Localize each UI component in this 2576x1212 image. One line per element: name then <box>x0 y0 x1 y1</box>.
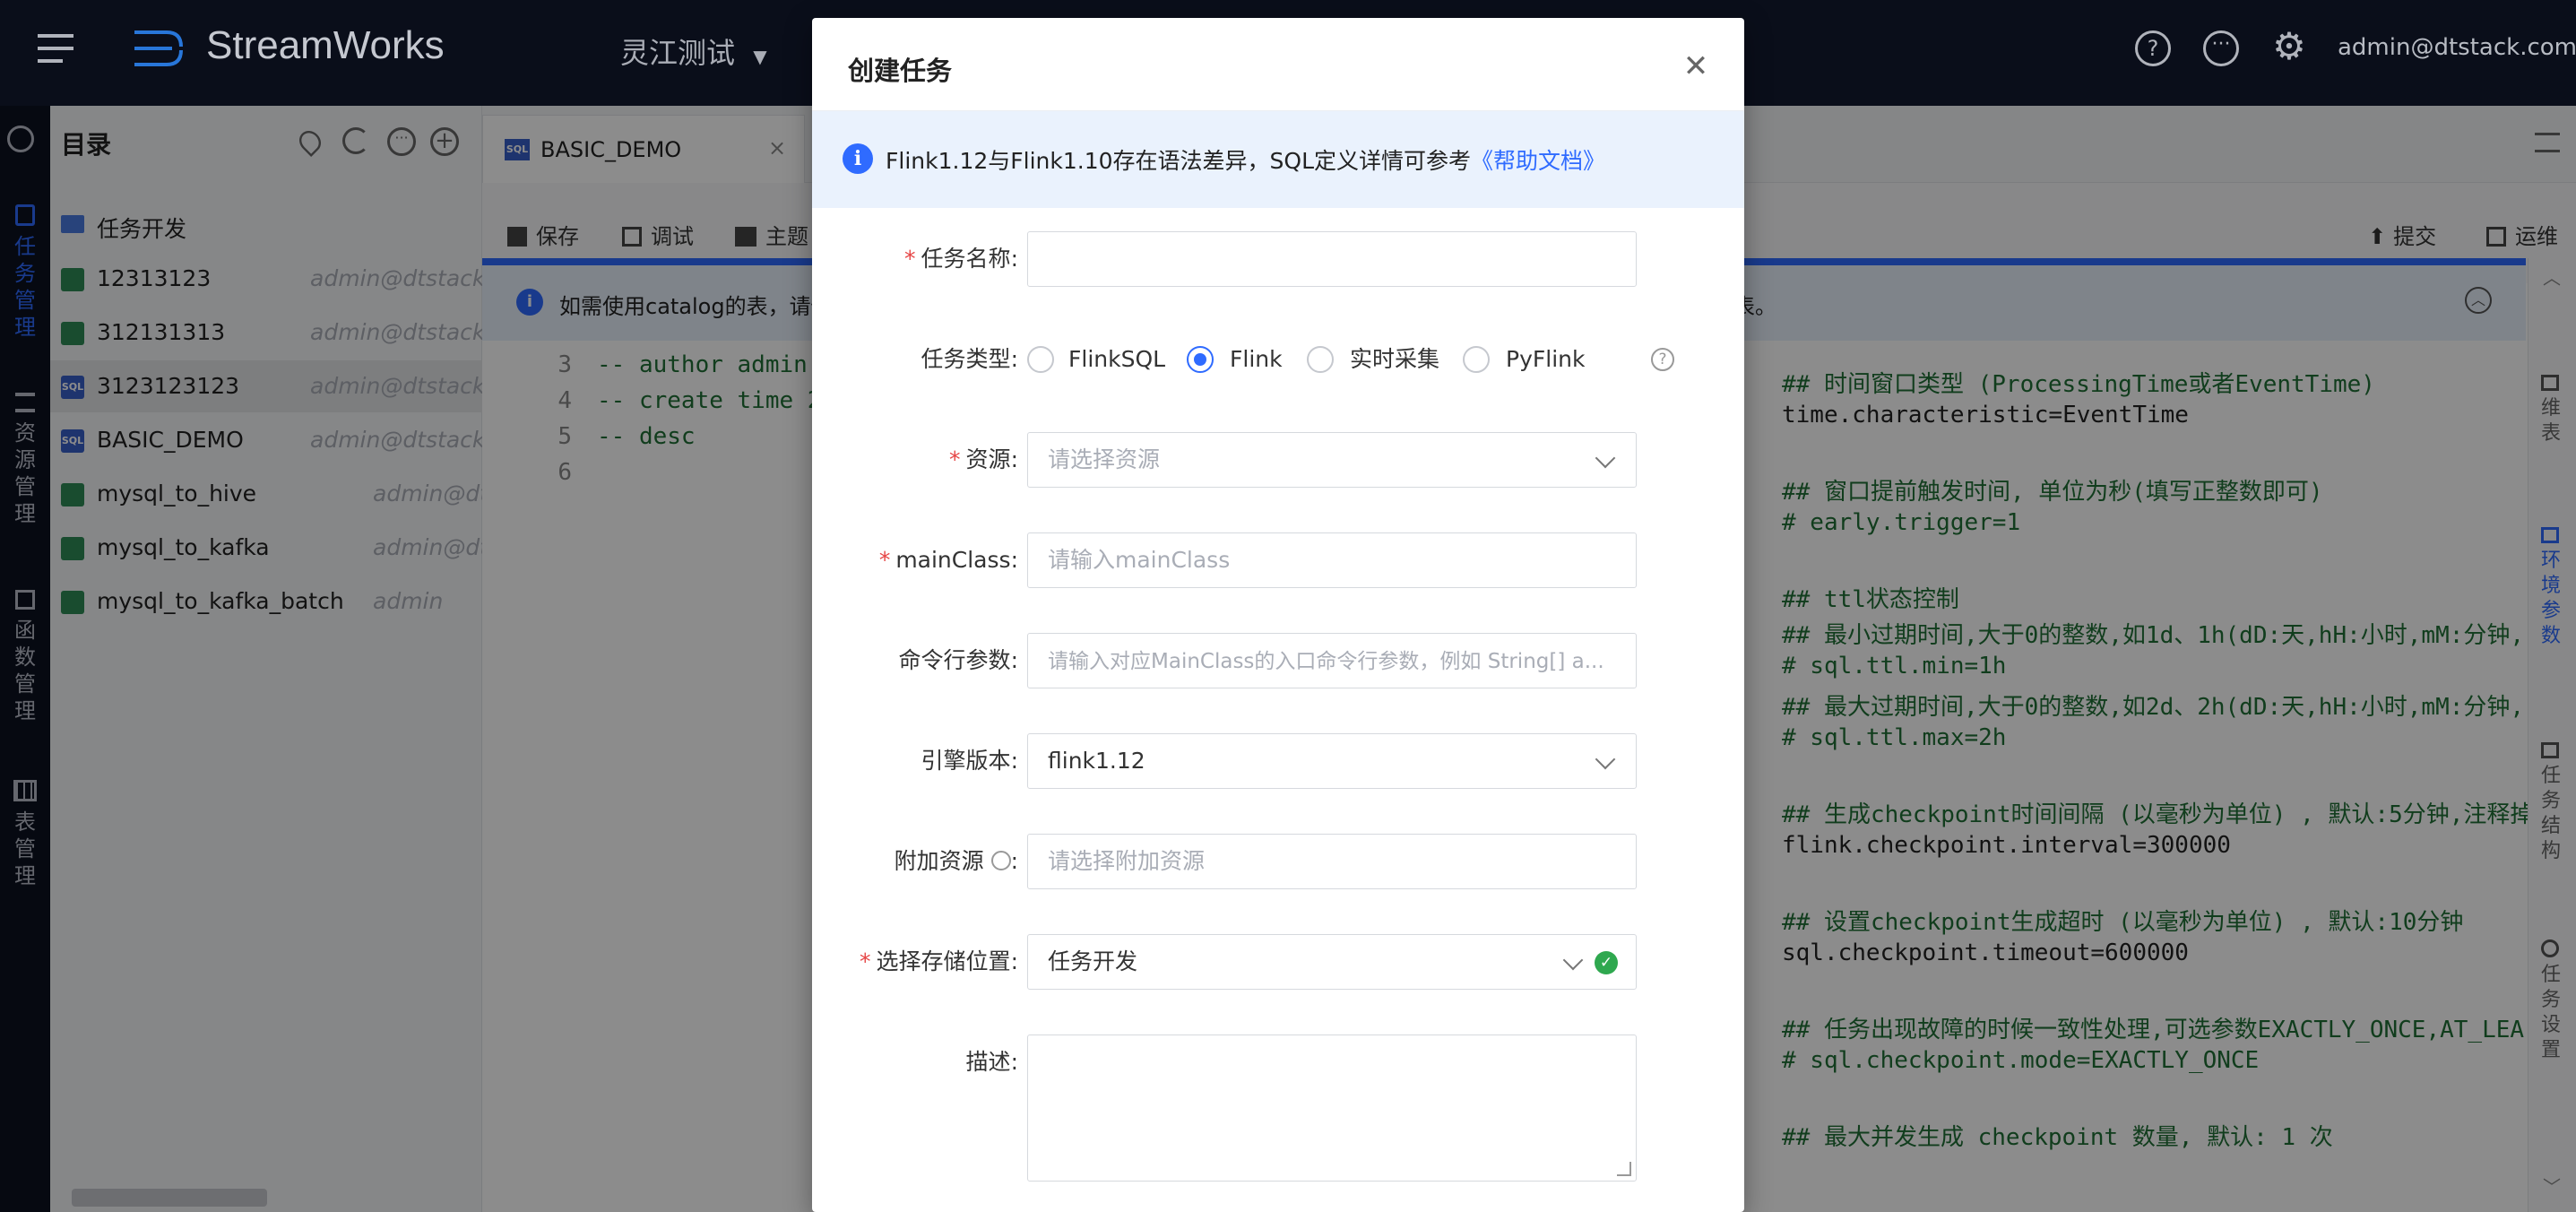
radio-flink[interactable] <box>1187 346 1214 373</box>
location-value: 任务开发 <box>1048 948 1138 974</box>
resource-placeholder: 请选择资源 <box>1048 446 1161 472</box>
engine-label-text: 引擎版本 <box>921 748 1011 774</box>
mainclass-placeholder: 请输入mainClass <box>1048 547 1231 573</box>
modal-info-banner: i Flink1.12与Flink1.10存在语法差异，SQL定义详情可参考《帮… <box>812 111 1744 208</box>
radio-realtime-collect[interactable] <box>1307 346 1334 373</box>
desc-textarea[interactable] <box>1027 1035 1637 1182</box>
resource-label-text: 资源 <box>965 446 1011 472</box>
chevron-down-icon <box>1595 749 1616 770</box>
chevron-down-icon <box>1562 949 1584 971</box>
radio-label-pyflink[interactable]: PyFlink <box>1506 332 1585 387</box>
radio-flinksql[interactable] <box>1027 346 1054 373</box>
extra-label-text: 附加资源 <box>894 848 984 874</box>
extra-label: 附加资源 : <box>894 848 1018 874</box>
mainclass-label-text: mainClass <box>895 547 1011 573</box>
mainclass-label: * mainClass: <box>878 547 1018 573</box>
info-banner-text: Flink1.12与Flink1.10存在语法差异，SQL定义详情可参考《帮助文… <box>886 143 1605 176</box>
extra-placeholder: 请选择附加资源 <box>1048 848 1206 874</box>
location-label: * 选择存储位置: <box>860 948 1018 974</box>
desc-label: 描述: <box>965 1049 1018 1075</box>
close-icon[interactable]: ✕ <box>1678 48 1714 84</box>
mainclass-input[interactable]: 请输入mainClass <box>1027 532 1637 588</box>
radio-label-flinksql[interactable]: FlinkSQL <box>1068 332 1165 387</box>
engine-value: flink1.12 <box>1048 748 1145 774</box>
task-name-label-text: 任务名称 <box>921 246 1011 272</box>
chevron-down-icon <box>1595 447 1616 469</box>
check-circle-icon: ✓ <box>1595 951 1618 974</box>
args-label-text: 命令行参数 <box>898 647 1011 673</box>
location-label-text: 选择存储位置 <box>876 948 1011 974</box>
args-label: 命令行参数: <box>898 647 1018 673</box>
question-icon[interactable] <box>990 851 1011 870</box>
modal-header: 创建任务 ✕ <box>812 18 1744 111</box>
create-task-modal: 创建任务 ✕ i Flink1.12与Flink1.10存在语法差异，SQL定义… <box>812 18 1744 1212</box>
resource-select[interactable]: 请选择资源 <box>1027 432 1637 488</box>
modal-title: 创建任务 <box>848 56 953 86</box>
resize-handle-icon[interactable] <box>1617 1162 1631 1176</box>
args-placeholder: 请输入对应MainClass的入口命令行参数，例如 String[] a... <box>1048 650 1604 673</box>
radio-label-realtime-collect[interactable]: 实时采集 <box>1350 332 1439 387</box>
question-icon[interactable]: ? <box>1651 348 1674 371</box>
task-name-label: * 任务名称: <box>904 246 1018 272</box>
engine-select[interactable]: flink1.12 <box>1027 733 1637 789</box>
extra-resource-select[interactable]: 请选择附加资源 <box>1027 834 1637 889</box>
location-select[interactable]: 任务开发 ✓ <box>1027 934 1637 990</box>
info-text: Flink1.12与Flink1.10存在语法差异，SQL定义详情可参考 <box>886 148 1471 174</box>
task-name-input[interactable] <box>1027 231 1637 287</box>
args-input[interactable]: 请输入对应MainClass的入口命令行参数，例如 String[] a... <box>1027 633 1637 688</box>
radio-label-flink[interactable]: Flink <box>1230 332 1283 387</box>
help-doc-link[interactable]: 《帮助文档》 <box>1471 148 1605 174</box>
task-type-label-text: 任务类型 <box>921 346 1011 372</box>
info-icon: i <box>843 143 873 174</box>
task-type-label: 任务类型: <box>921 346 1018 372</box>
radio-pyflink[interactable] <box>1463 346 1490 373</box>
desc-label-text: 描述 <box>965 1049 1011 1075</box>
engine-label: 引擎版本: <box>921 748 1018 774</box>
resource-label: * 资源: <box>949 446 1018 472</box>
